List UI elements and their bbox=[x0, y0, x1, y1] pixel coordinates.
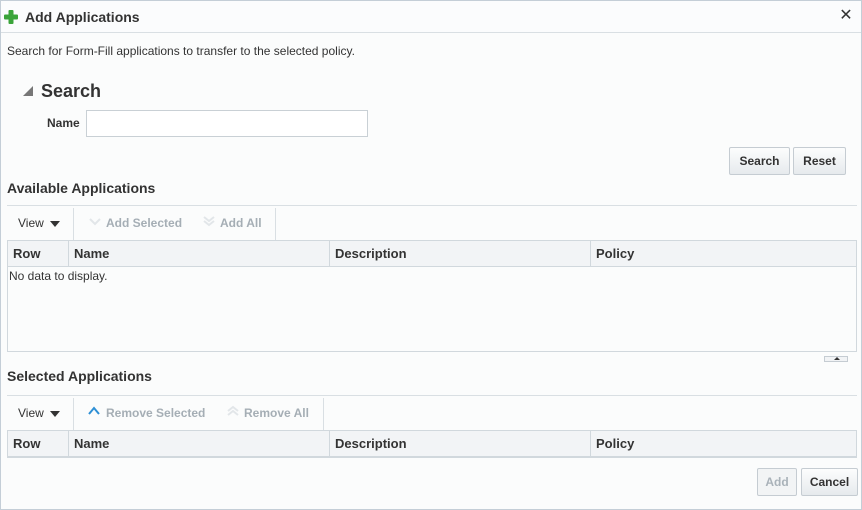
name-label: Name bbox=[47, 116, 80, 130]
add-applications-dialog: Add Applications ✕ Search for Form-Fill … bbox=[0, 0, 862, 510]
toolbar-divider bbox=[73, 208, 74, 240]
double-chevron-down-icon bbox=[203, 215, 215, 227]
column-header-policy[interactable]: Policy bbox=[591, 431, 856, 457]
view-label: View bbox=[18, 216, 44, 230]
toolbar-divider bbox=[275, 208, 276, 240]
toolbar-divider bbox=[323, 398, 324, 430]
table-header: Row Name Description Policy bbox=[8, 241, 856, 267]
column-header-name[interactable]: Name bbox=[69, 241, 330, 267]
cancel-button[interactable]: Cancel bbox=[801, 468, 858, 496]
collapse-triangle-icon[interactable] bbox=[23, 86, 33, 96]
available-applications-title: Available Applications bbox=[7, 180, 156, 196]
chevron-down-icon bbox=[89, 215, 101, 227]
instruction-text: Search for Form-Fill applications to tra… bbox=[7, 44, 355, 58]
add-selected-button[interactable]: Add Selected bbox=[106, 216, 182, 230]
plus-icon bbox=[3, 9, 19, 25]
column-header-policy[interactable]: Policy bbox=[591, 241, 856, 267]
remove-all-button[interactable]: Remove All bbox=[244, 406, 309, 420]
table-header: Row Name Description Policy bbox=[8, 431, 856, 457]
double-chevron-up-icon bbox=[227, 405, 239, 417]
available-applications-table: Row Name Description Policy No data to d… bbox=[7, 240, 857, 352]
reset-button[interactable]: Reset bbox=[793, 147, 846, 175]
column-header-description[interactable]: Description bbox=[330, 431, 591, 457]
column-header-name[interactable]: Name bbox=[69, 431, 330, 457]
caret-down-icon bbox=[49, 410, 60, 417]
available-toolbar: View Add Selected Add All bbox=[7, 205, 857, 240]
add-button[interactable]: Add bbox=[757, 468, 797, 496]
view-menu[interactable]: View bbox=[18, 406, 60, 420]
add-all-button[interactable]: Add All bbox=[220, 216, 262, 230]
selected-applications-table: Row Name Description Policy bbox=[7, 430, 857, 458]
close-icon[interactable]: ✕ bbox=[837, 7, 855, 25]
dialog-title: Add Applications bbox=[25, 9, 140, 25]
column-header-description[interactable]: Description bbox=[330, 241, 591, 267]
chevron-up-icon bbox=[88, 405, 100, 417]
name-input[interactable] bbox=[86, 110, 368, 137]
toolbar-divider bbox=[73, 398, 74, 430]
view-menu[interactable]: View bbox=[18, 216, 60, 230]
empty-table-message: No data to display. bbox=[9, 269, 108, 283]
remove-selected-button[interactable]: Remove Selected bbox=[106, 406, 205, 420]
view-label: View bbox=[18, 406, 44, 420]
caret-down-icon bbox=[49, 220, 60, 227]
dialog-titlebar: Add Applications ✕ bbox=[1, 1, 861, 33]
selected-applications-title: Selected Applications bbox=[7, 368, 152, 384]
column-header-row[interactable]: Row bbox=[8, 431, 69, 457]
splitter-handle[interactable] bbox=[824, 356, 848, 362]
search-title: Search bbox=[41, 81, 102, 101]
search-button[interactable]: Search bbox=[729, 147, 790, 175]
selected-toolbar: View Remove Selected Remove All bbox=[7, 395, 857, 430]
column-header-row[interactable]: Row bbox=[8, 241, 69, 267]
